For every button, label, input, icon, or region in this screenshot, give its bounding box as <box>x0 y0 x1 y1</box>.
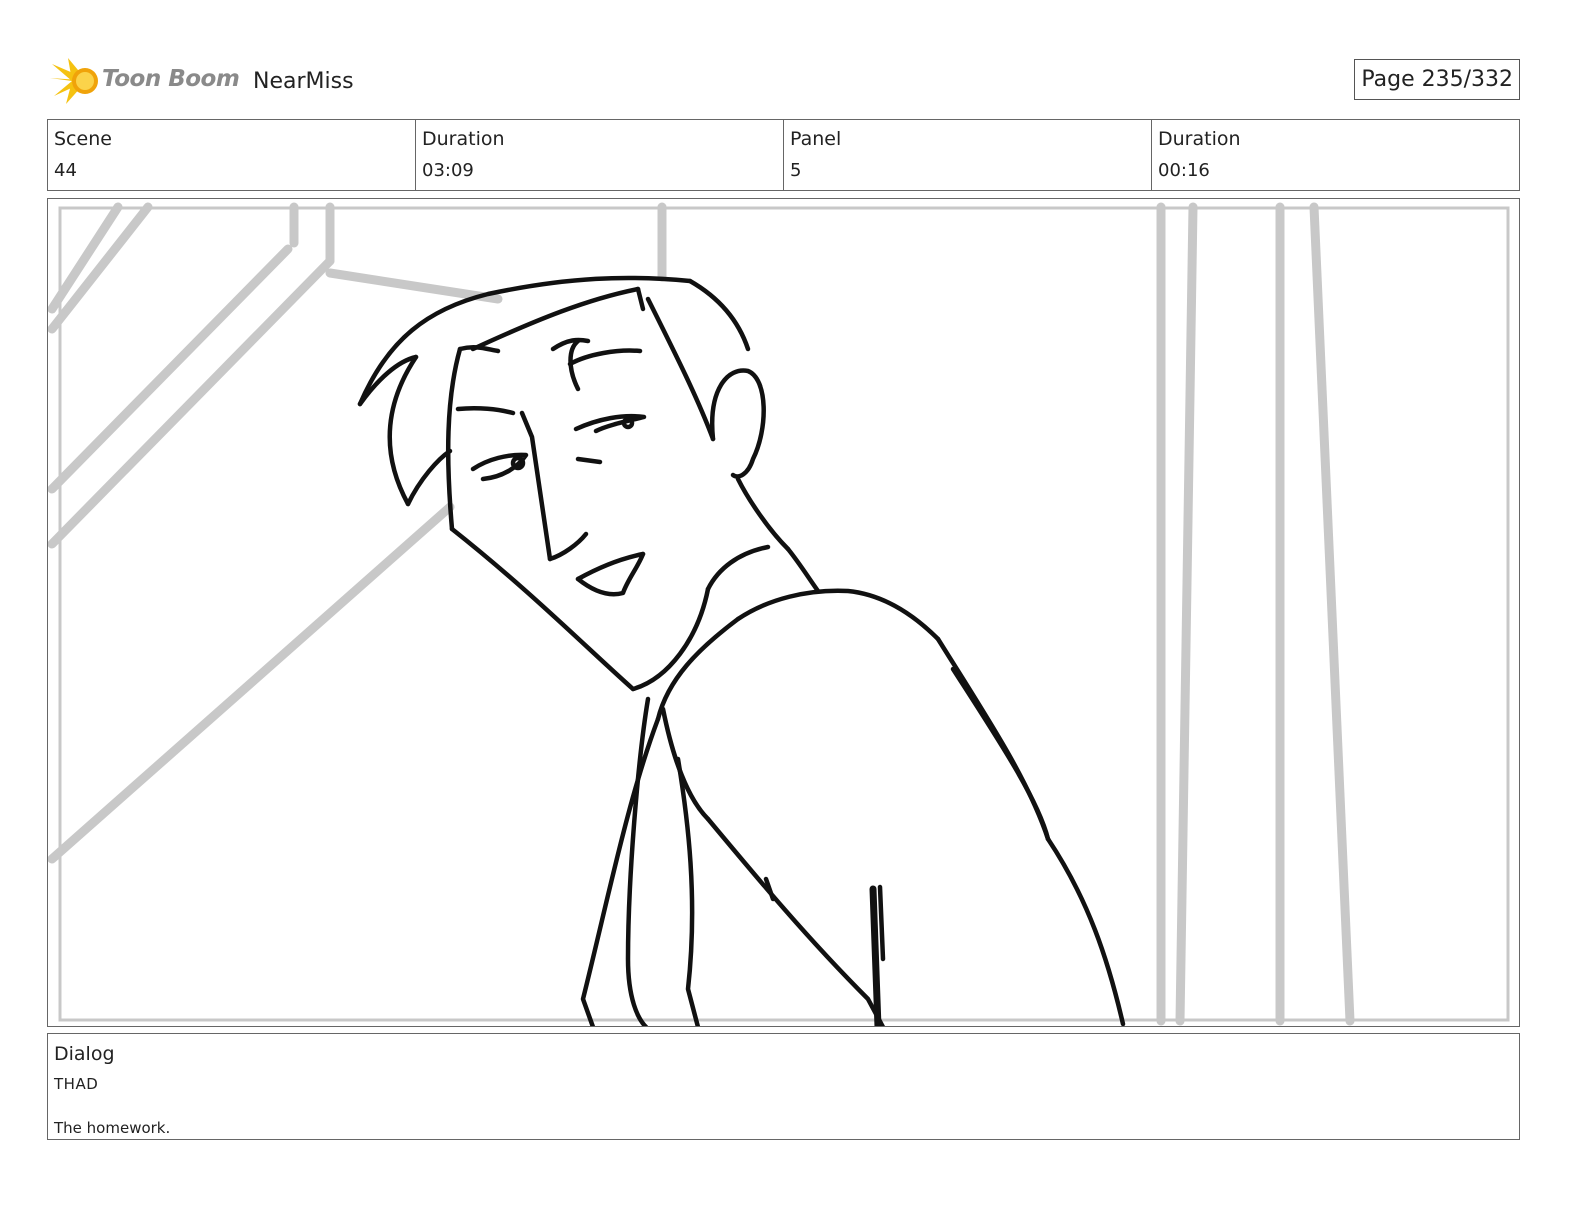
character-sketch <box>357 275 1126 1026</box>
project-name: NearMiss <box>253 69 354 94</box>
panel-duration-label: Duration <box>1158 128 1241 150</box>
panel-duration-value: 00:16 <box>1158 160 1210 181</box>
dialog-speaker: THAD <box>54 1075 99 1093</box>
storyboard-header: Toon Boom NearMiss Page 235/332 <box>50 56 1530 106</box>
scene-duration-label: Duration <box>422 128 505 150</box>
panel-sketch <box>48 202 1510 1026</box>
panel-value: 5 <box>790 160 802 181</box>
scene-cell: Scene 44 <box>48 120 416 190</box>
scene-duration-value: 03:09 <box>422 160 474 181</box>
dialog-label: Dialog <box>54 1043 115 1065</box>
panel-label: Panel <box>790 128 842 150</box>
scene-value: 44 <box>54 160 77 181</box>
starburst-icon <box>50 58 98 104</box>
scene-duration-cell: Duration 03:09 <box>416 120 784 190</box>
storyboard-panel <box>47 198 1520 1027</box>
dialog-line: The homework. <box>54 1119 171 1137</box>
panel-cell: Panel 5 <box>784 120 1152 190</box>
toon-boom-logo: Toon Boom <box>50 56 240 106</box>
page-indicator: Page 235/332 <box>1354 59 1520 100</box>
panel-duration-cell: Duration 00:16 <box>1152 120 1519 190</box>
scene-label: Scene <box>54 128 112 150</box>
safe-frame <box>58 206 1510 1022</box>
info-table: Scene 44 Duration 03:09 Panel 5 Duration… <box>47 119 1520 191</box>
logo-text: Toon Boom <box>102 66 240 92</box>
dialog-section: Dialog THAD The homework. <box>47 1033 1520 1140</box>
